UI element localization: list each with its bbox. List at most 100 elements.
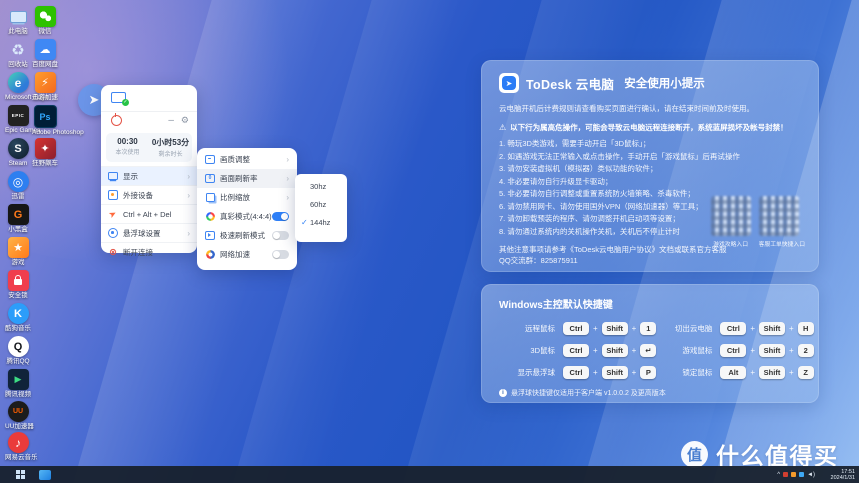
rule-item: 6. 请勿禁用网卡、请勿使用国外VPN（网络加速器）等工具； bbox=[499, 201, 744, 214]
rate-option-60hz[interactable]: 60hz bbox=[295, 195, 347, 213]
desktop-icon-gbox[interactable]: G 小黑盒 bbox=[5, 204, 31, 233]
menu-item-display[interactable]: 显示 › bbox=[101, 166, 197, 185]
shortcut-label: 锁定鼠标 bbox=[656, 367, 712, 378]
netease-music-icon: ♪ bbox=[8, 432, 29, 453]
fast-refresh-toggle[interactable] bbox=[272, 231, 289, 240]
desktop-icon-netease-music[interactable]: ♪ 网易云音乐 bbox=[5, 432, 31, 461]
this-pc-icon bbox=[8, 6, 29, 27]
desktop-icon-label: 迅雷 bbox=[5, 193, 31, 200]
submenu-item-scaling[interactable]: 比例缩放 › bbox=[197, 188, 297, 207]
taskbar-app-icon[interactable] bbox=[39, 470, 51, 480]
shortcut-label: 切出云电脑 bbox=[656, 323, 712, 334]
desktop-icon-label: 百度网盘 bbox=[32, 61, 58, 68]
menu-item-ctrl-alt-del[interactable]: ➤ Ctrl + Alt + Del bbox=[101, 204, 197, 223]
todesk-logo: ➤ bbox=[499, 73, 519, 93]
shortcut-game-mouse: 游戏鼠标 Ctrl + Shift + 2 bbox=[656, 344, 813, 357]
desktop-icon-kugou[interactable]: K 酷狗音乐 bbox=[5, 303, 31, 332]
tray-app-icon[interactable] bbox=[799, 472, 804, 477]
shortcut-remote-mouse: 远程鼠标 Ctrl + Shift + 1 bbox=[499, 322, 656, 335]
todesk-main-menu: – ⚙ 00:30 本次使用 0小时53分 剩余时长 显示 › 外接设备 › ➤… bbox=[101, 85, 197, 253]
desktop-icon-label: Epic Games bbox=[5, 127, 31, 134]
keycap: Ctrl bbox=[563, 322, 589, 335]
desktop-icon-label: 安全锁 bbox=[5, 292, 31, 299]
keycap: H bbox=[798, 322, 814, 335]
start-button[interactable] bbox=[16, 470, 25, 479]
submenu-item-quality[interactable]: 画质调整 › bbox=[197, 150, 297, 169]
thunder-app-icon: ◎ bbox=[8, 171, 29, 192]
power-icon[interactable] bbox=[111, 115, 122, 126]
keycap: Z bbox=[798, 366, 814, 379]
tray-expand-icon[interactable]: ^ bbox=[777, 472, 780, 478]
warning-text: 以下行为属高危操作，可能会导致云电脑远程连接断开，系统蓝屏损坏及帐号封禁！ bbox=[510, 122, 788, 133]
rule-item: 1. 畅玩3D类游戏，需要手动开启「3D鼠标」； bbox=[499, 138, 744, 151]
send-keys-icon: ➤ bbox=[108, 209, 118, 219]
display-submenu: 画质调整 › 0 画面刷新率 › 比例缩放 › 真彩模式(4:4:4) 极速刷新… bbox=[197, 148, 297, 270]
desktop-icon-this-pc[interactable]: 此电脑 bbox=[5, 6, 31, 35]
warning-icon: ⚠ bbox=[499, 122, 506, 133]
desktop-icon-steam[interactable]: S Steam bbox=[5, 138, 31, 167]
desktop-icon-game[interactable]: ★ 游戏 bbox=[5, 237, 31, 266]
volume-icon[interactable]: ◄) bbox=[807, 472, 815, 478]
shortcut-lock-mouse: 锁定鼠标 Alt + Shift + Z bbox=[656, 366, 813, 379]
rate-option-label: 30hz bbox=[310, 182, 326, 191]
desktop-icon-qq[interactable]: Q 腾讯QQ bbox=[5, 336, 31, 365]
submenu-item-refresh-rate[interactable]: 0 画面刷新率 › bbox=[197, 169, 297, 188]
monitor-connected-icon bbox=[111, 92, 126, 103]
desktop-icon-thunder[interactable]: ◎ 迅雷 bbox=[5, 171, 31, 200]
taskbar-clock[interactable]: 17:51 2024/1/31 bbox=[819, 469, 855, 481]
desktop-icon-epic[interactable]: EPIC Epic Games bbox=[5, 105, 31, 134]
quality-icon bbox=[205, 155, 215, 165]
submenu-item-label: 画质调整 bbox=[220, 154, 286, 165]
lock-app-icon bbox=[8, 270, 29, 291]
edge-browser-icon: e bbox=[8, 72, 29, 93]
settings-gear-icon[interactable]: ⚙ bbox=[181, 115, 189, 126]
keycap: Ctrl bbox=[720, 322, 746, 335]
menu-item-floating-ball-settings[interactable]: 悬浮球设置 › bbox=[101, 223, 197, 242]
keycap: Ctrl bbox=[563, 344, 589, 357]
session-timer: 00:30 本次使用 0小时53分 剩余时长 bbox=[106, 133, 192, 162]
desktop-icon-photoshop[interactable]: Ps Adobe Photoshop bbox=[32, 105, 58, 136]
submenu-item-fast-refresh[interactable]: 极速刷新模式 bbox=[197, 226, 297, 245]
desktop-icon-netdisk[interactable]: ☁ 百度网盘 bbox=[32, 39, 58, 68]
menu-item-label: Ctrl + Alt + Del bbox=[123, 210, 190, 219]
menu-item-disconnect[interactable]: ⊗ 断开连接 bbox=[101, 242, 197, 261]
network-boost-toggle[interactable] bbox=[272, 250, 289, 259]
shortcuts-panel: Windows主控默认快捷键 远程鼠标 Ctrl + Shift + 1 切出云… bbox=[481, 284, 819, 403]
chevron-right-icon: › bbox=[286, 174, 289, 183]
desktop-icon-label: 游戏 bbox=[5, 259, 31, 266]
desktop-icon-uu[interactable]: UU UU加速器 bbox=[5, 401, 31, 430]
rate-option-144hz[interactable]: ✓ 144hz bbox=[295, 213, 347, 231]
desktop-icon-lock-app[interactable]: 安全锁 bbox=[5, 270, 31, 299]
qr-label: 客服工单快捷入口 bbox=[759, 239, 805, 248]
submenu-item-label: 比例缩放 bbox=[220, 192, 286, 203]
desktop-icon-racing-game[interactable]: ✦ 狂野飙车 bbox=[32, 138, 58, 167]
minimize-button[interactable]: – bbox=[168, 118, 174, 124]
true-color-icon bbox=[205, 212, 215, 222]
fast-refresh-icon bbox=[205, 231, 215, 241]
chevron-right-icon: › bbox=[187, 172, 190, 181]
chevron-right-icon: › bbox=[187, 229, 190, 238]
shortcut-label: 游戏鼠标 bbox=[656, 345, 712, 356]
submenu-item-network-boost[interactable]: 网络加速 bbox=[197, 245, 297, 264]
qq-icon: Q bbox=[8, 336, 29, 357]
check-icon: ✓ bbox=[301, 218, 310, 227]
desktop-icon-booster[interactable]: ⚡ 迅游加速 bbox=[32, 72, 58, 101]
menu-item-external-devices[interactable]: 外接设备 › bbox=[101, 185, 197, 204]
submenu-item-true-color[interactable]: 真彩模式(4:4:4) bbox=[197, 207, 297, 226]
true-color-toggle[interactable] bbox=[272, 212, 289, 221]
desktop-icon-edge[interactable]: e Microsoft Edge bbox=[5, 72, 31, 101]
racing-game-icon: ✦ bbox=[35, 138, 56, 159]
desktop-icon-recycle-bin[interactable]: ♻ 回收站 bbox=[5, 39, 31, 68]
rate-option-30hz[interactable]: 30hz bbox=[295, 177, 347, 195]
session-time-value: 00:30 bbox=[106, 137, 149, 146]
uu-booster-icon: UU bbox=[8, 401, 29, 422]
desktop-icon-tencent-video[interactable]: ▶ 腾讯视频 bbox=[5, 369, 31, 398]
tray-app-icon[interactable] bbox=[791, 472, 796, 477]
keycap: Shift bbox=[759, 366, 785, 379]
desktop-icon-wechat[interactable]: 微信 bbox=[32, 6, 58, 35]
tray-app-icon[interactable] bbox=[783, 472, 788, 477]
brand-title: ToDesk 云电脑 bbox=[526, 74, 614, 93]
submenu-item-label: 真彩模式(4:4:4) bbox=[220, 211, 272, 222]
shortcut-show-floating-ball: 显示悬浮球 Ctrl + Shift + P bbox=[499, 366, 656, 379]
rate-option-label: 60hz bbox=[310, 200, 326, 209]
